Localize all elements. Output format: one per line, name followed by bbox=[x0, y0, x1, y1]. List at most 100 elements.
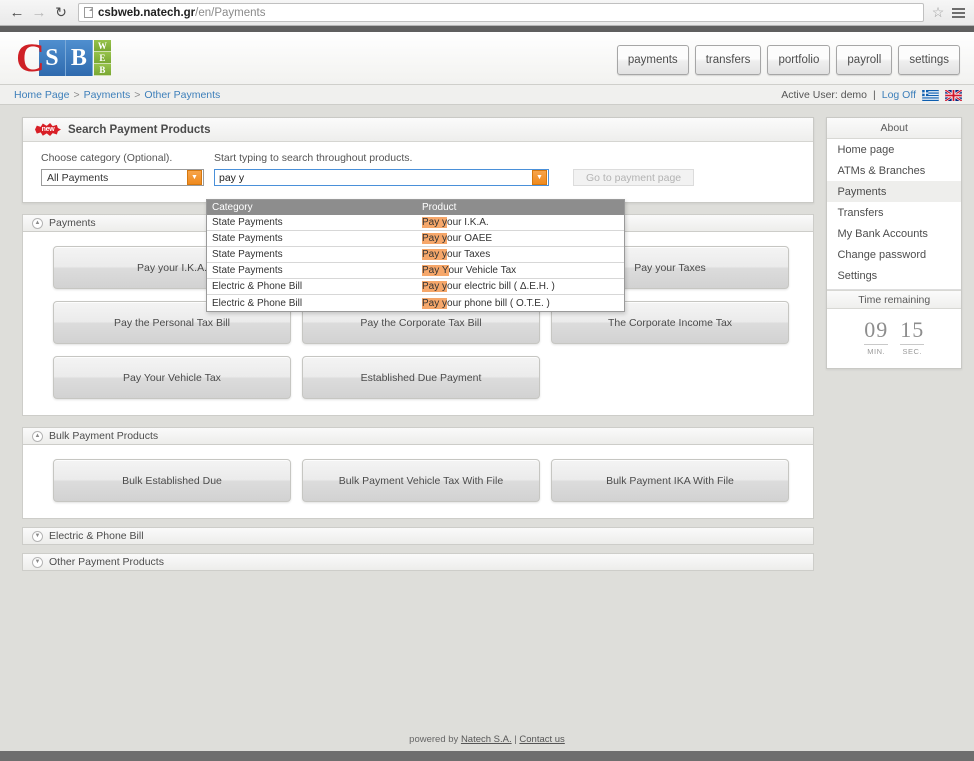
sidebar-item-change-password[interactable]: Change password bbox=[827, 244, 961, 265]
search-label: Start typing to search throughout produc… bbox=[214, 152, 413, 164]
session-timer: 09 MIN. 15 SEC. bbox=[827, 309, 961, 368]
breadcrumb-home[interactable]: Home Page bbox=[14, 89, 69, 101]
autocomplete-category: State Payments bbox=[212, 233, 283, 244]
sidebar-item-transfers[interactable]: Transfers bbox=[827, 202, 961, 223]
sidebar-item-home-page[interactable]: Home page bbox=[827, 139, 961, 160]
autocomplete-row[interactable]: Electric & Phone Bill Pay y our phone bil… bbox=[207, 295, 624, 311]
product-search-input[interactable]: pay y ▼ bbox=[214, 169, 549, 186]
autocomplete-dropdown[interactable]: Category Product State Payments Pay y our… bbox=[206, 199, 625, 312]
autocomplete-product: Pay y our electric bill ( Δ.Ε.Η. ) bbox=[417, 279, 624, 294]
autocomplete-match: Pay y bbox=[422, 281, 448, 292]
autocomplete-product: Pay y our phone bill ( O.T.E. ) bbox=[417, 295, 624, 311]
nav-button-payroll[interactable]: payroll bbox=[836, 45, 893, 75]
autocomplete-match: Pay y bbox=[422, 249, 448, 260]
section-electric-phone-header[interactable]: ▼ Electric & Phone Bill bbox=[22, 527, 815, 545]
chevron-up-icon[interactable]: ▲ bbox=[32, 217, 43, 229]
nav-button-portfolio[interactable]: portfolio bbox=[767, 45, 831, 75]
autocomplete-category: Electric & Phone Bill bbox=[212, 297, 303, 309]
top-navigation: payments transfers portfolio payroll set… bbox=[616, 45, 960, 75]
autocomplete-rest: our phone bill ( O.T.E. ) bbox=[447, 297, 550, 309]
user-divider: | bbox=[873, 89, 876, 101]
nav-button-payments[interactable]: payments bbox=[616, 45, 689, 75]
site-footer: powered by Natech S.A. | Contact us bbox=[0, 728, 974, 761]
autocomplete-rest: our electric bill ( Δ.Ε.Η. ) bbox=[447, 281, 555, 292]
about-panel: About Home page ATMs & Branches Payments… bbox=[826, 117, 962, 369]
section-bulk-title: Bulk Payment Products bbox=[49, 430, 159, 442]
section-electric-phone-bill: ▼ Electric & Phone Bill bbox=[22, 527, 815, 545]
tile-pay-vehicle-tax[interactable]: Pay Your Vehicle Tax bbox=[53, 356, 291, 399]
autocomplete-match: Pay y bbox=[422, 217, 448, 228]
tile-bulk-ika-file[interactable]: Bulk Payment IKA With File bbox=[551, 459, 789, 502]
footer-company-link[interactable]: Natech S.A. bbox=[461, 734, 512, 745]
uk-flag-icon[interactable] bbox=[945, 89, 962, 101]
autocomplete-row[interactable]: State Payments Pay Your Vehicle Tax bbox=[207, 263, 624, 279]
autocomplete-category: Electric & Phone Bill bbox=[212, 281, 303, 292]
search-dropdown-toggle-icon[interactable]: ▼ bbox=[532, 170, 547, 185]
sidebar-item-my-bank-accounts[interactable]: My Bank Accounts bbox=[827, 223, 961, 244]
new-badge: new bbox=[35, 123, 61, 136]
autocomplete-row[interactable]: State Payments Pay y our Taxes bbox=[207, 247, 624, 263]
nav-button-settings[interactable]: settings bbox=[898, 45, 960, 75]
breadcrumb-separator: > bbox=[134, 88, 141, 101]
section-bulk-header[interactable]: ▲ Bulk Payment Products bbox=[22, 427, 815, 445]
url-host: csbweb.natech.gr bbox=[98, 6, 196, 19]
footer-contact-link[interactable]: Contact us bbox=[519, 734, 564, 745]
product-search-value: pay y bbox=[219, 171, 245, 184]
section-other-header[interactable]: ▼ Other Payment Products bbox=[22, 553, 815, 571]
csb-web-logo[interactable]: C S B W E B bbox=[16, 38, 111, 78]
sidebar-item-payments[interactable]: Payments bbox=[827, 181, 961, 202]
timer-seconds-unit: 15 SEC. bbox=[900, 317, 925, 356]
category-field-group: Choose category (Optional). All Payments… bbox=[41, 152, 204, 186]
nav-button-transfers[interactable]: transfers bbox=[694, 45, 762, 75]
chevron-down-icon[interactable]: ▼ bbox=[32, 530, 43, 542]
autocomplete-category: State Payments bbox=[212, 265, 283, 276]
category-label: Choose category (Optional). bbox=[41, 152, 173, 164]
section-other-payment-products: ▼ Other Payment Products bbox=[22, 553, 815, 571]
hamburger-menu-icon[interactable] bbox=[948, 7, 968, 18]
autocomplete-header: Category Product bbox=[207, 200, 624, 215]
breadcrumb-separator: > bbox=[73, 88, 80, 101]
time-remaining-title: Time remaining bbox=[827, 290, 961, 309]
sidebar-item-atms-branches[interactable]: ATMs & Branches bbox=[827, 160, 961, 181]
back-arrow-icon[interactable]: ← bbox=[6, 2, 28, 24]
search-panel-title: Search Payment Products bbox=[68, 123, 211, 136]
section-electric-phone-title: Electric & Phone Bill bbox=[49, 530, 144, 542]
page-root: C S B W E B payments transfers portfolio… bbox=[0, 32, 974, 761]
chevron-down-icon[interactable]: ▼ bbox=[187, 170, 202, 185]
browser-toolbar: ← → ↻ csbweb.natech.gr/en/Payments ☆ bbox=[0, 0, 974, 26]
section-other-title: Other Payment Products bbox=[49, 556, 164, 568]
reload-icon[interactable]: ↻ bbox=[50, 2, 72, 24]
autocomplete-rest: our I.K.A. bbox=[447, 217, 489, 228]
timer-minutes-unit: 09 MIN. bbox=[864, 317, 889, 356]
category-select[interactable]: All Payments ▼ bbox=[41, 169, 204, 186]
breadcrumb-bar: Home Page > Payments > Other Payments Ac… bbox=[0, 85, 974, 105]
forward-arrow-icon[interactable]: → bbox=[28, 2, 50, 24]
log-off-link[interactable]: Log Off bbox=[882, 89, 916, 101]
search-panel-body: Choose category (Optional). All Payments… bbox=[23, 142, 813, 312]
sidebar-item-settings[interactable]: Settings bbox=[827, 265, 961, 286]
autocomplete-row[interactable]: State Payments Pay y our I.K.A. bbox=[207, 215, 624, 231]
chevron-up-icon[interactable]: ▲ bbox=[32, 430, 43, 442]
chevron-down-icon[interactable]: ▼ bbox=[32, 556, 43, 568]
autocomplete-product: Pay y our OAEE bbox=[417, 231, 624, 246]
category-selected-value: All Payments bbox=[47, 171, 109, 184]
go-to-payment-page-button[interactable]: Go to payment page bbox=[573, 169, 695, 186]
greek-flag-icon[interactable] bbox=[922, 89, 939, 101]
autocomplete-product: Pay y our Taxes bbox=[417, 247, 624, 262]
tile-bulk-established-due[interactable]: Bulk Established Due bbox=[53, 459, 291, 502]
tile-established-due-payment[interactable]: Established Due Payment bbox=[302, 356, 540, 399]
autocomplete-match: Pay y bbox=[422, 233, 448, 244]
main-column: new Search Payment Products Choose categ… bbox=[22, 117, 815, 727]
star-icon[interactable]: ☆ bbox=[928, 4, 948, 21]
breadcrumb-other-payments[interactable]: Other Payments bbox=[144, 89, 220, 101]
autocomplete-header-product: Product bbox=[422, 202, 457, 213]
section-bulk-body: Bulk Established Due Bulk Payment Vehicl… bbox=[22, 445, 815, 519]
search-field-group: Start typing to search throughout produc… bbox=[214, 152, 549, 186]
tile-bulk-vehicle-tax-file[interactable]: Bulk Payment Vehicle Tax With File bbox=[302, 459, 540, 502]
sidebar-title: About bbox=[827, 118, 961, 139]
logo-web-stack: W E B bbox=[93, 40, 111, 76]
url-bar[interactable]: csbweb.natech.gr/en/Payments bbox=[78, 3, 924, 22]
breadcrumb-payments[interactable]: Payments bbox=[84, 89, 131, 101]
autocomplete-row[interactable]: State Payments Pay y our OAEE bbox=[207, 231, 624, 247]
autocomplete-row[interactable]: Electric & Phone Bill Pay y our electric … bbox=[207, 279, 624, 295]
